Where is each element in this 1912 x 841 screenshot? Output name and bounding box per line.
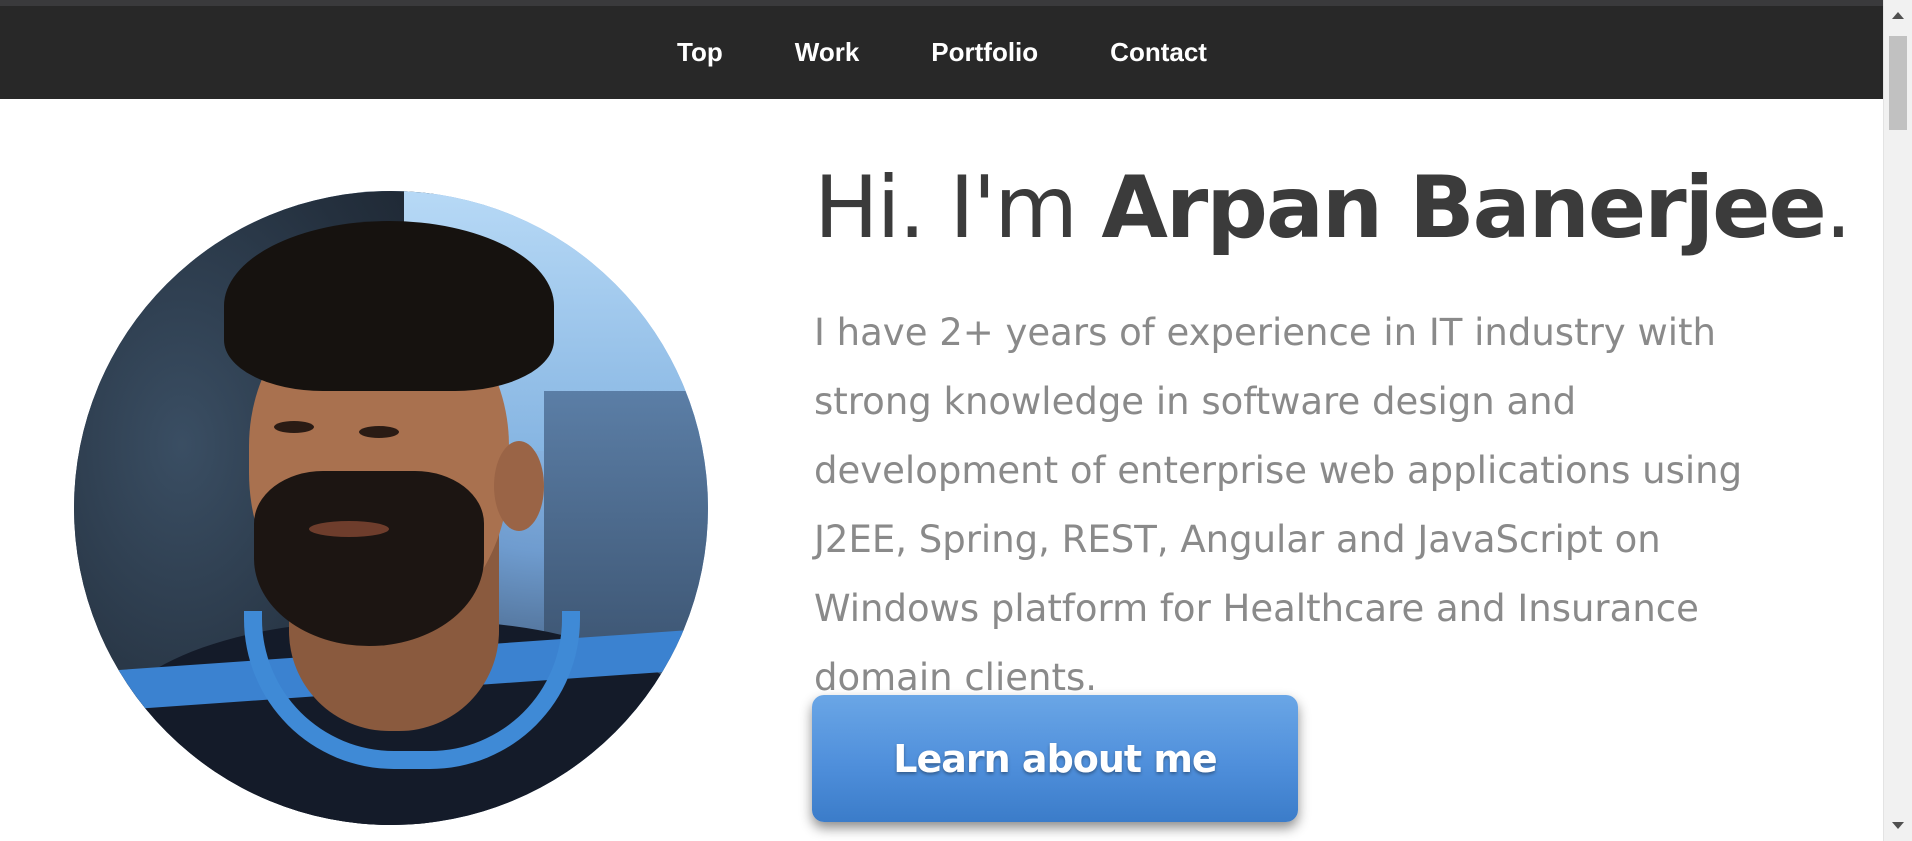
hero-name: Arpan Banerjee	[1101, 158, 1826, 258]
nav-item-contact[interactable]: Contact	[1110, 37, 1207, 68]
scroll-up-icon[interactable]	[1892, 12, 1904, 19]
hero-intro: I have 2+ years of experience in IT indu…	[814, 311, 1743, 699]
nav-item-top[interactable]: Top	[677, 37, 723, 68]
navbar: Top Work Portfolio Contact	[0, 6, 1884, 99]
hero-greeting: Hi. I'm	[814, 158, 1102, 258]
photo-ear	[494, 441, 544, 531]
scroll-down-icon[interactable]	[1892, 822, 1904, 829]
scrollbar-thumb[interactable]	[1889, 36, 1907, 130]
hero-period: .	[1824, 158, 1852, 258]
learn-about-me-button[interactable]: Learn about me	[812, 695, 1298, 822]
profile-photo	[74, 191, 708, 825]
photo-eye-right	[359, 426, 399, 438]
photo-beard	[254, 471, 484, 646]
nav-item-work[interactable]: Work	[795, 37, 860, 68]
photo-eye-left	[274, 421, 314, 433]
hero-headline: Hi. I'm Arpan Banerjee.	[814, 158, 1852, 258]
page-scrollbar[interactable]	[1883, 0, 1912, 841]
photo-hair	[224, 221, 554, 391]
nav-item-portfolio[interactable]: Portfolio	[931, 37, 1038, 68]
photo-mouth	[309, 521, 389, 537]
